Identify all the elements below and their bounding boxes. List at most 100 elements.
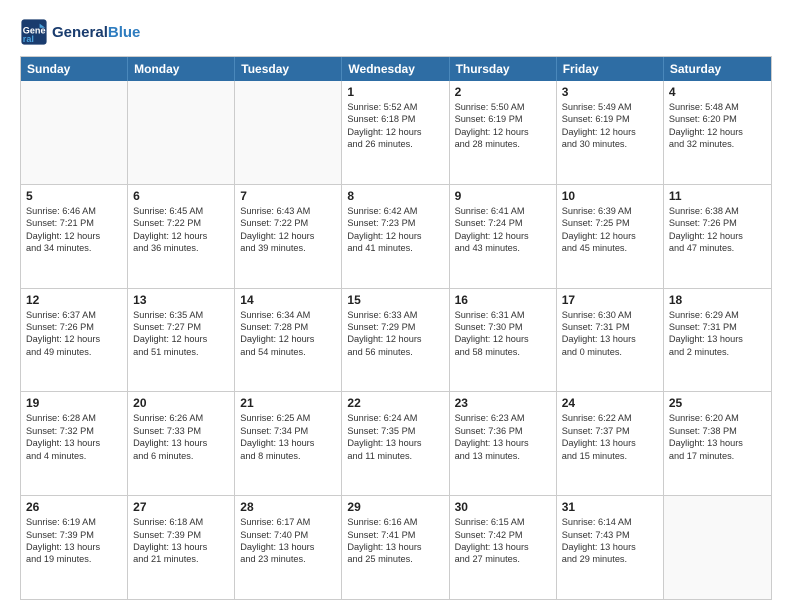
day-number: 26 [26,500,122,514]
day-info: Sunrise: 6:16 AM Sunset: 7:41 PM Dayligh… [347,516,443,566]
day-number: 13 [133,293,229,307]
day-cell-30: 30 Sunrise: 6:15 AM Sunset: 7:42 PM Dayli… [450,496,557,599]
day-info: Sunrise: 6:38 AM Sunset: 7:26 PM Dayligh… [669,205,766,255]
day-number: 4 [669,85,766,99]
day-number: 16 [455,293,551,307]
day-info: Sunrise: 6:31 AM Sunset: 7:30 PM Dayligh… [455,309,551,359]
day-info: Sunrise: 5:50 AM Sunset: 6:19 PM Dayligh… [455,101,551,151]
day-number: 5 [26,189,122,203]
day-cell-21: 21Sunrise: 6:25 AM Sunset: 7:34 PM Dayli… [235,392,342,495]
day-info: Sunrise: 6:20 AM Sunset: 7:38 PM Dayligh… [669,412,766,462]
empty-cell-4-6 [664,496,771,599]
day-info: Sunrise: 5:49 AM Sunset: 6:19 PM Dayligh… [562,101,658,151]
day-number: 11 [669,189,766,203]
day-info: Sunrise: 6:17 AM Sunset: 7:40 PM Dayligh… [240,516,336,566]
day-cell-23: 23 Sunrise: 6:23 AM Sunset: 7:36 PM Dayli… [450,392,557,495]
day-cell-2: 2 Sunrise: 5:50 AM Sunset: 6:19 PM Daylig… [450,81,557,184]
day-info: Sunrise: 6:14 AM Sunset: 7:43 PM Dayligh… [562,516,658,566]
logo: Gene ral GeneralBlue [20,18,140,46]
day-number: 25 [669,396,766,410]
day-number: 23 [455,396,551,410]
day-cell-11: 11 Sunrise: 6:38 AM Sunset: 7:26 PM Dayli… [664,185,771,288]
day-info: Sunrise: 6:45 AM Sunset: 7:22 PM Dayligh… [133,205,229,255]
day-info: Sunrise: 6:22 AM Sunset: 7:37 PM Dayligh… [562,412,658,462]
day-cell-27: 27Sunrise: 6:18 AM Sunset: 7:39 PM Dayli… [128,496,235,599]
day-info: Sunrise: 6:23 AM Sunset: 7:36 PM Dayligh… [455,412,551,462]
day-number: 31 [562,500,658,514]
day-cell-31: 31 Sunrise: 6:14 AM Sunset: 7:43 PM Dayli… [557,496,664,599]
day-info: Sunrise: 6:34 AM Sunset: 7:28 PM Dayligh… [240,309,336,359]
calendar-row-0: 1 Sunrise: 5:52 AM Sunset: 6:18 PM Daylig… [21,81,771,184]
day-info: Sunrise: 6:28 AM Sunset: 7:32 PM Dayligh… [26,412,122,462]
svg-text:ral: ral [23,34,34,44]
day-cell-17: 17Sunrise: 6:30 AM Sunset: 7:31 PM Dayli… [557,289,664,392]
day-cell-14: 14 Sunrise: 6:34 AM Sunset: 7:28 PM Dayli… [235,289,342,392]
day-cell-16: 16 Sunrise: 6:31 AM Sunset: 7:30 PM Dayli… [450,289,557,392]
day-info: Sunrise: 6:33 AM Sunset: 7:29 PM Dayligh… [347,309,443,359]
day-cell-19: 19 Sunrise: 6:28 AM Sunset: 7:32 PM Dayli… [21,392,128,495]
empty-cell-0-0 [21,81,128,184]
logo-text: GeneralBlue [52,24,140,41]
day-number: 19 [26,396,122,410]
day-info: Sunrise: 5:52 AM Sunset: 6:18 PM Dayligh… [347,101,443,151]
day-number: 22 [347,396,443,410]
calendar-header: SundayMondayTuesdayWednesdayThursdayFrid… [21,57,771,81]
weekday-header-monday: Monday [128,57,235,81]
weekday-header-wednesday: Wednesday [342,57,449,81]
day-cell-24: 24 Sunrise: 6:22 AM Sunset: 7:37 PM Dayli… [557,392,664,495]
day-info: Sunrise: 6:26 AM Sunset: 7:33 PM Dayligh… [133,412,229,462]
day-number: 28 [240,500,336,514]
day-number: 8 [347,189,443,203]
day-cell-13: 13 Sunrise: 6:35 AM Sunset: 7:27 PM Dayli… [128,289,235,392]
day-cell-1: 1 Sunrise: 5:52 AM Sunset: 6:18 PM Daylig… [342,81,449,184]
day-info: Sunrise: 6:39 AM Sunset: 7:25 PM Dayligh… [562,205,658,255]
day-cell-7: 7 Sunrise: 6:43 AM Sunset: 7:22 PM Daylig… [235,185,342,288]
day-cell-22: 22Sunrise: 6:24 AM Sunset: 7:35 PM Dayli… [342,392,449,495]
day-info: Sunrise: 6:15 AM Sunset: 7:42 PM Dayligh… [455,516,551,566]
logo-icon: Gene ral [20,18,48,46]
day-number: 12 [26,293,122,307]
calendar: SundayMondayTuesdayWednesdayThursdayFrid… [20,56,772,600]
day-cell-15: 15Sunrise: 6:33 AM Sunset: 7:29 PM Dayli… [342,289,449,392]
day-number: 18 [669,293,766,307]
day-number: 3 [562,85,658,99]
day-number: 6 [133,189,229,203]
weekday-header-tuesday: Tuesday [235,57,342,81]
day-cell-3: 3 Sunrise: 5:49 AM Sunset: 6:19 PM Daylig… [557,81,664,184]
day-number: 27 [133,500,229,514]
day-info: Sunrise: 6:30 AM Sunset: 7:31 PM Dayligh… [562,309,658,359]
calendar-row-1: 5 Sunrise: 6:46 AM Sunset: 7:21 PM Daylig… [21,184,771,288]
day-cell-29: 29Sunrise: 6:16 AM Sunset: 7:41 PM Dayli… [342,496,449,599]
day-number: 7 [240,189,336,203]
day-cell-10: 10Sunrise: 6:39 AM Sunset: 7:25 PM Dayli… [557,185,664,288]
day-info: Sunrise: 6:43 AM Sunset: 7:22 PM Dayligh… [240,205,336,255]
calendar-row-4: 26 Sunrise: 6:19 AM Sunset: 7:39 PM Dayli… [21,495,771,599]
day-number: 14 [240,293,336,307]
weekday-header-saturday: Saturday [664,57,771,81]
calendar-row-2: 12 Sunrise: 6:37 AM Sunset: 7:26 PM Dayli… [21,288,771,392]
day-info: Sunrise: 6:19 AM Sunset: 7:39 PM Dayligh… [26,516,122,566]
day-info: Sunrise: 6:25 AM Sunset: 7:34 PM Dayligh… [240,412,336,462]
day-cell-4: 4 Sunrise: 5:48 AM Sunset: 6:20 PM Daylig… [664,81,771,184]
day-cell-6: 6 Sunrise: 6:45 AM Sunset: 7:22 PM Daylig… [128,185,235,288]
weekday-header-friday: Friday [557,57,664,81]
day-info: Sunrise: 6:42 AM Sunset: 7:23 PM Dayligh… [347,205,443,255]
day-info: Sunrise: 6:46 AM Sunset: 7:21 PM Dayligh… [26,205,122,255]
day-cell-18: 18 Sunrise: 6:29 AM Sunset: 7:31 PM Dayli… [664,289,771,392]
day-cell-25: 25 Sunrise: 6:20 AM Sunset: 7:38 PM Dayli… [664,392,771,495]
day-info: Sunrise: 5:48 AM Sunset: 6:20 PM Dayligh… [669,101,766,151]
day-number: 24 [562,396,658,410]
weekday-header-thursday: Thursday [450,57,557,81]
day-number: 30 [455,500,551,514]
day-number: 2 [455,85,551,99]
day-info: Sunrise: 6:37 AM Sunset: 7:26 PM Dayligh… [26,309,122,359]
day-info: Sunrise: 6:35 AM Sunset: 7:27 PM Dayligh… [133,309,229,359]
day-info: Sunrise: 6:29 AM Sunset: 7:31 PM Dayligh… [669,309,766,359]
day-cell-28: 28 Sunrise: 6:17 AM Sunset: 7:40 PM Dayli… [235,496,342,599]
day-info: Sunrise: 6:41 AM Sunset: 7:24 PM Dayligh… [455,205,551,255]
page: Gene ral GeneralBlue SundayMondayTuesday… [0,0,792,612]
day-cell-9: 9Sunrise: 6:41 AM Sunset: 7:24 PM Daylig… [450,185,557,288]
day-number: 1 [347,85,443,99]
empty-cell-0-1 [128,81,235,184]
day-cell-8: 8 Sunrise: 6:42 AM Sunset: 7:23 PM Daylig… [342,185,449,288]
